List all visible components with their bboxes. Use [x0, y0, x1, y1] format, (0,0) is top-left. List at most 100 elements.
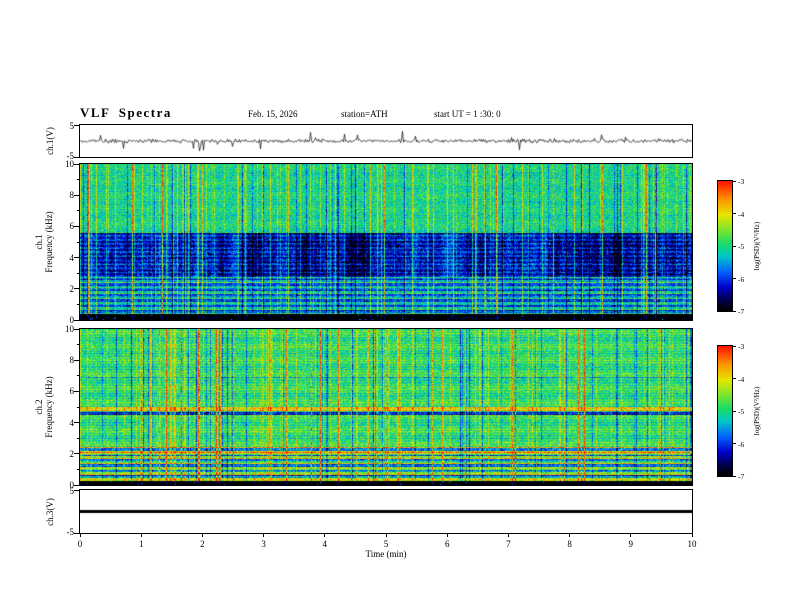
ch1-spectrogram-panel	[79, 163, 693, 321]
colorbar-tick-label: -3	[738, 342, 745, 351]
ch3-wave-ylabel: ch.3(V)	[45, 497, 55, 526]
ch2-spectrogram-panel	[79, 328, 693, 486]
x-tick-mark	[569, 533, 571, 537]
colorbar-tick-mark	[732, 475, 736, 477]
y-tick-label: 4	[69, 252, 75, 263]
ch1-wave-ylabel: ch.1(V)	[45, 127, 55, 155]
y-tick-label: 5	[69, 486, 75, 496]
vlf-spectra-figure: VLF Spectra Feb. 15, 2026 station=ATH st…	[0, 0, 792, 612]
colorbar-tick-label: -4	[738, 209, 745, 219]
y-tick-mark	[74, 194, 80, 196]
y-tick-label: 8	[69, 355, 75, 366]
x-tick-mark	[691, 533, 693, 537]
colorbar-tick-label: -4	[738, 374, 745, 384]
ch2-spectrogram-canvas	[80, 329, 692, 485]
x-tick-label: 0	[77, 539, 83, 549]
y-minor-tick-mark	[77, 179, 80, 181]
x-tick-label: 6	[444, 539, 450, 549]
ylabel-line: ch.2	[34, 399, 44, 415]
y-tick-mark	[74, 257, 80, 259]
header-station: station=ATH	[341, 109, 388, 119]
colorbar-tick-mark	[732, 245, 736, 247]
colorbar-ch2	[717, 345, 733, 477]
y-tick-mark	[74, 390, 80, 392]
y-minor-tick-mark	[77, 303, 80, 305]
x-tick-mark	[324, 533, 326, 537]
y-tick-label: 2	[69, 283, 75, 294]
colorbar-tick-mark	[732, 213, 736, 214]
y-tick-label: 6	[69, 386, 75, 397]
y-tick-mark	[74, 319, 80, 321]
ch1-spectrogram-canvas	[80, 164, 692, 320]
colorbar-tick-mark	[732, 310, 736, 312]
y-minor-tick-mark	[77, 344, 80, 346]
ylabel-line: Frequency (kHz)	[44, 376, 54, 438]
y-minor-tick-mark	[77, 272, 80, 274]
x-tick-label: 3	[261, 539, 266, 549]
y-tick-label: 10	[65, 324, 74, 334]
colorbar-tick-mark	[732, 410, 736, 412]
colorbar-tick-mark	[732, 278, 736, 279]
x-tick-mark	[201, 533, 203, 537]
ch1-waveform-panel	[79, 124, 693, 158]
y-tick-label: 5	[69, 121, 75, 131]
y-tick-mark	[74, 422, 80, 424]
colorbar-tick-mark	[732, 443, 736, 444]
y-minor-tick-mark	[77, 437, 80, 439]
x-tick-mark	[630, 533, 632, 537]
x-tick-label: 5	[383, 539, 389, 549]
colorbar-tick-mark	[732, 180, 736, 182]
header-date: Feb. 15, 2026	[248, 109, 298, 119]
y-minor-tick-mark	[77, 241, 80, 243]
colorbar-ch2-canvas	[718, 346, 732, 476]
colorbar-tick-label: -5	[738, 407, 745, 416]
y-tick-mark	[74, 484, 80, 486]
x-tick-mark	[385, 533, 387, 537]
ylabel-line: Frequency (kHz)	[44, 211, 54, 273]
header-start-ut: start UT = 1 :30: 0	[434, 109, 501, 119]
y-tick-mark	[74, 359, 80, 361]
y-tick-mark	[74, 288, 80, 290]
ylabel-line: ch.1	[34, 234, 44, 250]
x-tick-mark	[446, 533, 448, 537]
y-tick-label: 2	[69, 448, 75, 459]
y-tick-mark	[74, 163, 80, 165]
y-minor-tick-mark	[77, 468, 80, 470]
x-tick-label: 2	[200, 539, 205, 549]
colorbar-tick-label: -5	[738, 242, 745, 251]
y-tick-label: -5	[66, 151, 75, 161]
y-tick-mark	[74, 489, 80, 491]
y-tick-label: 6	[69, 221, 75, 232]
x-tick-label: 1	[138, 539, 144, 549]
y-tick-label: -5	[66, 527, 75, 537]
y-minor-tick-mark	[77, 406, 80, 408]
colorbar-tick-label: -7	[738, 307, 745, 316]
colorbar-tick-mark	[732, 378, 736, 379]
x-axis-label: Time (min)	[365, 549, 407, 559]
x-tick-label: 7	[506, 539, 511, 549]
figure-title: VLF Spectra	[80, 105, 172, 120]
y-tick-mark	[74, 156, 80, 158]
y-minor-tick-mark	[77, 375, 80, 377]
y-minor-tick-mark	[77, 210, 80, 212]
y-tick-label: 4	[69, 417, 75, 428]
y-tick-mark	[74, 124, 80, 126]
colorbar-tick-label: -3	[738, 177, 745, 186]
colorbar-tick-label: -6	[738, 274, 745, 284]
ch3-waveform-panel	[79, 489, 693, 534]
y-tick-mark	[74, 225, 80, 227]
x-tick-mark	[140, 533, 142, 537]
x-tick-label: 4	[322, 539, 328, 549]
x-tick-label: 10	[687, 539, 697, 549]
colorbar-tick-label: -7	[738, 472, 745, 481]
ch1-waveform-canvas	[80, 125, 692, 157]
x-tick-mark	[263, 533, 265, 537]
colorbar-tick-label: -6	[738, 439, 745, 449]
y-tick-label: 8	[69, 190, 75, 201]
colorbar-ch1	[717, 180, 733, 312]
x-tick-mark	[507, 533, 509, 537]
ch2-spec-ylabel: ch.2 Frequency (kHz)	[34, 376, 54, 437]
y-tick-mark	[74, 453, 80, 455]
x-tick-label: 8	[567, 539, 572, 549]
x-tick-label: 9	[628, 539, 634, 549]
